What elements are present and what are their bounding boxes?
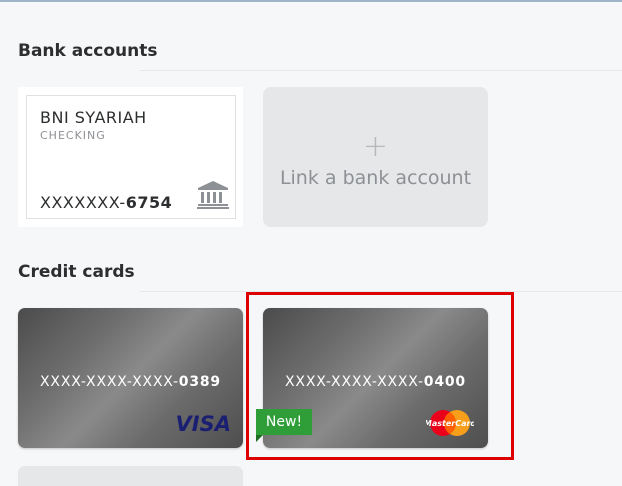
link-bank-account-label: Link a bank account bbox=[279, 167, 472, 189]
bank-number-mask: XXXXXXX- bbox=[40, 193, 126, 212]
bank-account-card[interactable]: BNI SYARIAH CHECKING XXXXXXX-6754 bbox=[26, 95, 236, 219]
plus-icon: + bbox=[362, 129, 389, 164]
credit-card-visa[interactable]: XXXX-XXXX-XXXX-0389 VISA bbox=[18, 308, 243, 448]
visa-logo: VISA bbox=[175, 412, 231, 436]
bank-account-number: XXXXXXX-6754 bbox=[40, 193, 172, 212]
card-number: XXXX-XXXX-XXXX-0389 bbox=[18, 374, 243, 390]
bank-number-last4: 6754 bbox=[125, 193, 173, 212]
credit-card-partial[interactable] bbox=[18, 466, 243, 486]
credit-cards-heading: Credit cards bbox=[18, 262, 135, 282]
bank-building-icon bbox=[197, 181, 229, 209]
card-number-mask: XXXX-XXXX-XXXX- bbox=[40, 374, 179, 390]
bank-name: BNI SYARIAH bbox=[40, 108, 147, 127]
new-badge: New! bbox=[256, 409, 312, 442]
link-bank-account-button[interactable]: + Link a bank account bbox=[263, 87, 488, 227]
bank-accounts-heading: Bank accounts bbox=[18, 41, 158, 61]
bank-account-type: CHECKING bbox=[40, 129, 106, 142]
card-number-last4: 0389 bbox=[178, 374, 221, 390]
top-divider bbox=[0, 0, 622, 2]
bank-accounts-rule bbox=[140, 70, 622, 71]
bank-account-tile[interactable]: BNI SYARIAH CHECKING XXXXXXX-6754 bbox=[18, 87, 243, 227]
